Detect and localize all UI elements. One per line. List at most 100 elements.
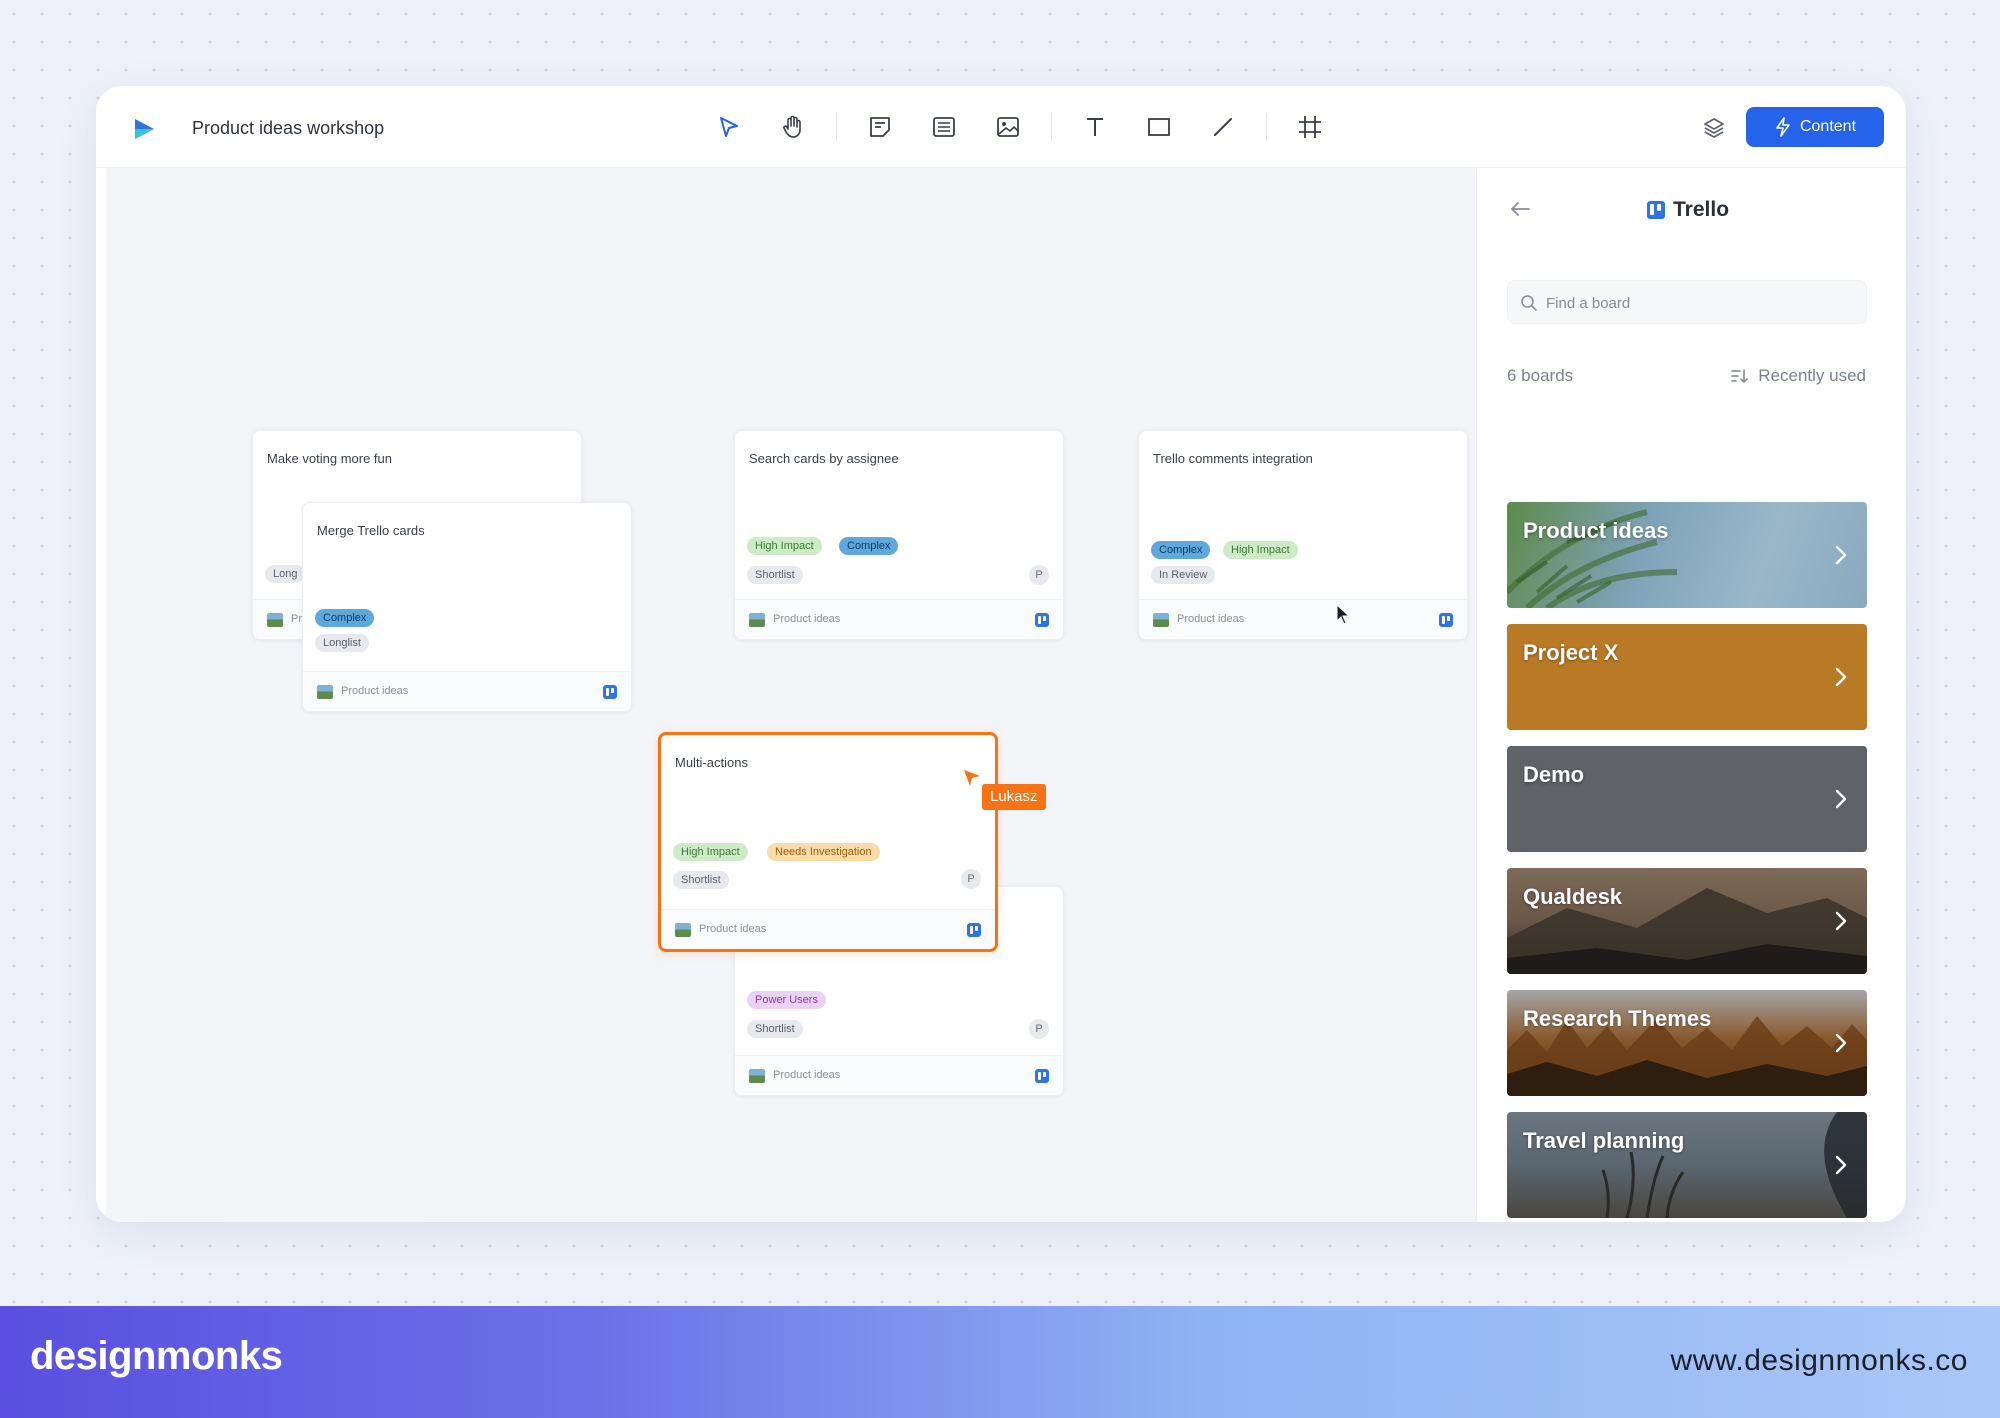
card-multi-actions[interactable]: Multi-actions High Impact Needs Investig… bbox=[658, 732, 998, 952]
card-tool[interactable] bbox=[923, 106, 965, 148]
tag: Long bbox=[265, 565, 306, 583]
trello-icon[interactable] bbox=[967, 923, 981, 937]
toolbar-divider bbox=[836, 113, 837, 141]
tag: Shortlist bbox=[747, 566, 803, 584]
whiteboard-canvas[interactable]: Make voting more fun Long Pr Merge Trell… bbox=[106, 168, 1568, 1222]
search-icon bbox=[1521, 295, 1537, 311]
panel-title-text: Trello bbox=[1673, 198, 1730, 221]
assignee-avatar[interactable]: P bbox=[961, 869, 981, 889]
tag: High Impact bbox=[1223, 541, 1298, 559]
card-trello-comments[interactable]: Trello comments integration Complex High… bbox=[1138, 430, 1468, 640]
sticky-note-icon bbox=[870, 117, 890, 137]
board-thumbnail-icon bbox=[749, 1069, 765, 1083]
app-window: Product ideas workshop Content Make voti… bbox=[96, 86, 1906, 1222]
board-name: Research Themes bbox=[1523, 1006, 1712, 1031]
board-name: Product ideas bbox=[1523, 518, 1669, 543]
board-thumbnail-icon bbox=[1153, 613, 1169, 627]
board-search[interactable] bbox=[1507, 280, 1867, 324]
board-name: Travel planning bbox=[1523, 1128, 1685, 1153]
trello-logo-icon bbox=[1647, 201, 1665, 219]
board-name: Project X bbox=[1523, 640, 1619, 665]
collaborator-cursor-icon bbox=[964, 770, 980, 786]
board-search-input[interactable] bbox=[1546, 291, 1846, 315]
chevron-right-icon bbox=[1835, 911, 1847, 931]
panel-title: Trello bbox=[1647, 198, 1729, 222]
board-title[interactable]: Product ideas workshop bbox=[192, 118, 384, 139]
card-footer: Product ideas bbox=[1139, 599, 1467, 639]
footer-banner: designmonks www.designmonks.co bbox=[0, 1306, 2000, 1418]
card-title: Trello comments integration bbox=[1153, 451, 1313, 466]
line-tool[interactable] bbox=[1202, 106, 1244, 148]
tag: Complex bbox=[315, 609, 375, 627]
board-name: Product ideas bbox=[773, 1069, 841, 1081]
image-icon bbox=[997, 117, 1019, 137]
tag: Power Users bbox=[747, 991, 826, 1009]
tag: Longlist bbox=[315, 634, 369, 652]
board-item-research-themes[interactable]: Research Themes bbox=[1507, 990, 1867, 1096]
card-icon bbox=[933, 117, 955, 137]
board-thumbnail-icon bbox=[749, 613, 765, 627]
content-button-label: Content bbox=[1799, 118, 1857, 135]
rectangle-tool[interactable] bbox=[1138, 106, 1180, 148]
board-item-qualdesk[interactable]: Qualdesk bbox=[1507, 868, 1867, 974]
board-item-travel-planning[interactable]: Travel planning bbox=[1507, 1112, 1867, 1218]
pan-tool[interactable] bbox=[772, 106, 814, 148]
chevron-right-icon bbox=[1835, 545, 1847, 565]
card-title: Search cards by assignee bbox=[749, 451, 899, 466]
tag: High Impact bbox=[673, 843, 748, 861]
tag: High Impact bbox=[747, 537, 822, 555]
board-item-project-x[interactable]: Project X bbox=[1507, 624, 1867, 730]
trello-icon[interactable] bbox=[1035, 1069, 1049, 1083]
layers-icon bbox=[1704, 118, 1724, 138]
collaborator-name-tag: Lukasz bbox=[982, 784, 1046, 810]
line-icon bbox=[1214, 118, 1232, 136]
card-title: Make voting more fun bbox=[267, 451, 393, 466]
website-url: www.designmonks.co bbox=[1670, 1344, 1968, 1377]
board-name: Product ideas bbox=[1177, 613, 1245, 625]
card-title: Merge Trello cards bbox=[317, 523, 425, 538]
chevron-right-icon bbox=[1835, 667, 1847, 687]
board-count: 6 boards bbox=[1507, 366, 1574, 385]
layers-button[interactable] bbox=[1694, 108, 1734, 148]
text-icon bbox=[1087, 118, 1103, 136]
board-name: Product ideas bbox=[699, 923, 767, 935]
tag: Needs Investigation bbox=[767, 843, 880, 861]
back-arrow-icon[interactable] bbox=[1507, 196, 1533, 222]
board-name: Product ideas bbox=[341, 685, 409, 697]
board-name: Product ideas bbox=[773, 613, 841, 625]
select-tool[interactable] bbox=[708, 106, 750, 148]
tag: In Review bbox=[1151, 566, 1216, 584]
board-thumbnail-icon bbox=[675, 923, 691, 937]
mouse-cursor-icon bbox=[1336, 604, 1351, 625]
tag: Shortlist bbox=[673, 871, 729, 889]
sticky-note-tool[interactable] bbox=[859, 106, 901, 148]
frame-icon bbox=[1299, 116, 1321, 138]
content-button[interactable]: Content bbox=[1746, 107, 1884, 147]
card-footer: Product ideas bbox=[735, 1055, 1063, 1095]
tag: Complex bbox=[839, 537, 899, 555]
card-merge-trello[interactable]: Merge Trello cards Complex Longlist Prod… bbox=[302, 502, 632, 712]
board-item-product-ideas[interactable]: Product ideas bbox=[1507, 502, 1867, 608]
top-bar: Product ideas workshop Content bbox=[96, 86, 1906, 168]
trello-icon[interactable] bbox=[1439, 613, 1453, 627]
card-footer: Product ideas bbox=[303, 671, 631, 711]
card-title: Multi-actions bbox=[675, 755, 748, 770]
pointer-icon bbox=[720, 117, 738, 137]
sort-icon bbox=[1731, 369, 1749, 384]
tag: Shortlist bbox=[747, 1020, 803, 1038]
sort-dropdown[interactable]: Recently used bbox=[1730, 366, 1866, 386]
app-logo-icon[interactable] bbox=[132, 116, 158, 142]
frame-tool[interactable] bbox=[1289, 106, 1331, 148]
image-tool[interactable] bbox=[987, 106, 1029, 148]
board-thumbnail-icon bbox=[317, 685, 333, 699]
trello-icon[interactable] bbox=[603, 685, 617, 699]
trello-icon[interactable] bbox=[1035, 613, 1049, 627]
assignee-avatar[interactable]: P bbox=[1029, 565, 1049, 585]
chevron-right-icon bbox=[1835, 1033, 1847, 1053]
rectangle-icon bbox=[1148, 118, 1170, 136]
board-item-demo[interactable]: Demo bbox=[1507, 746, 1867, 852]
text-tool[interactable] bbox=[1074, 106, 1116, 148]
card-footer: Product ideas bbox=[661, 909, 995, 949]
assignee-avatar[interactable]: P bbox=[1029, 1019, 1049, 1039]
card-search-assignee[interactable]: Search cards by assignee High Impact Com… bbox=[734, 430, 1064, 640]
